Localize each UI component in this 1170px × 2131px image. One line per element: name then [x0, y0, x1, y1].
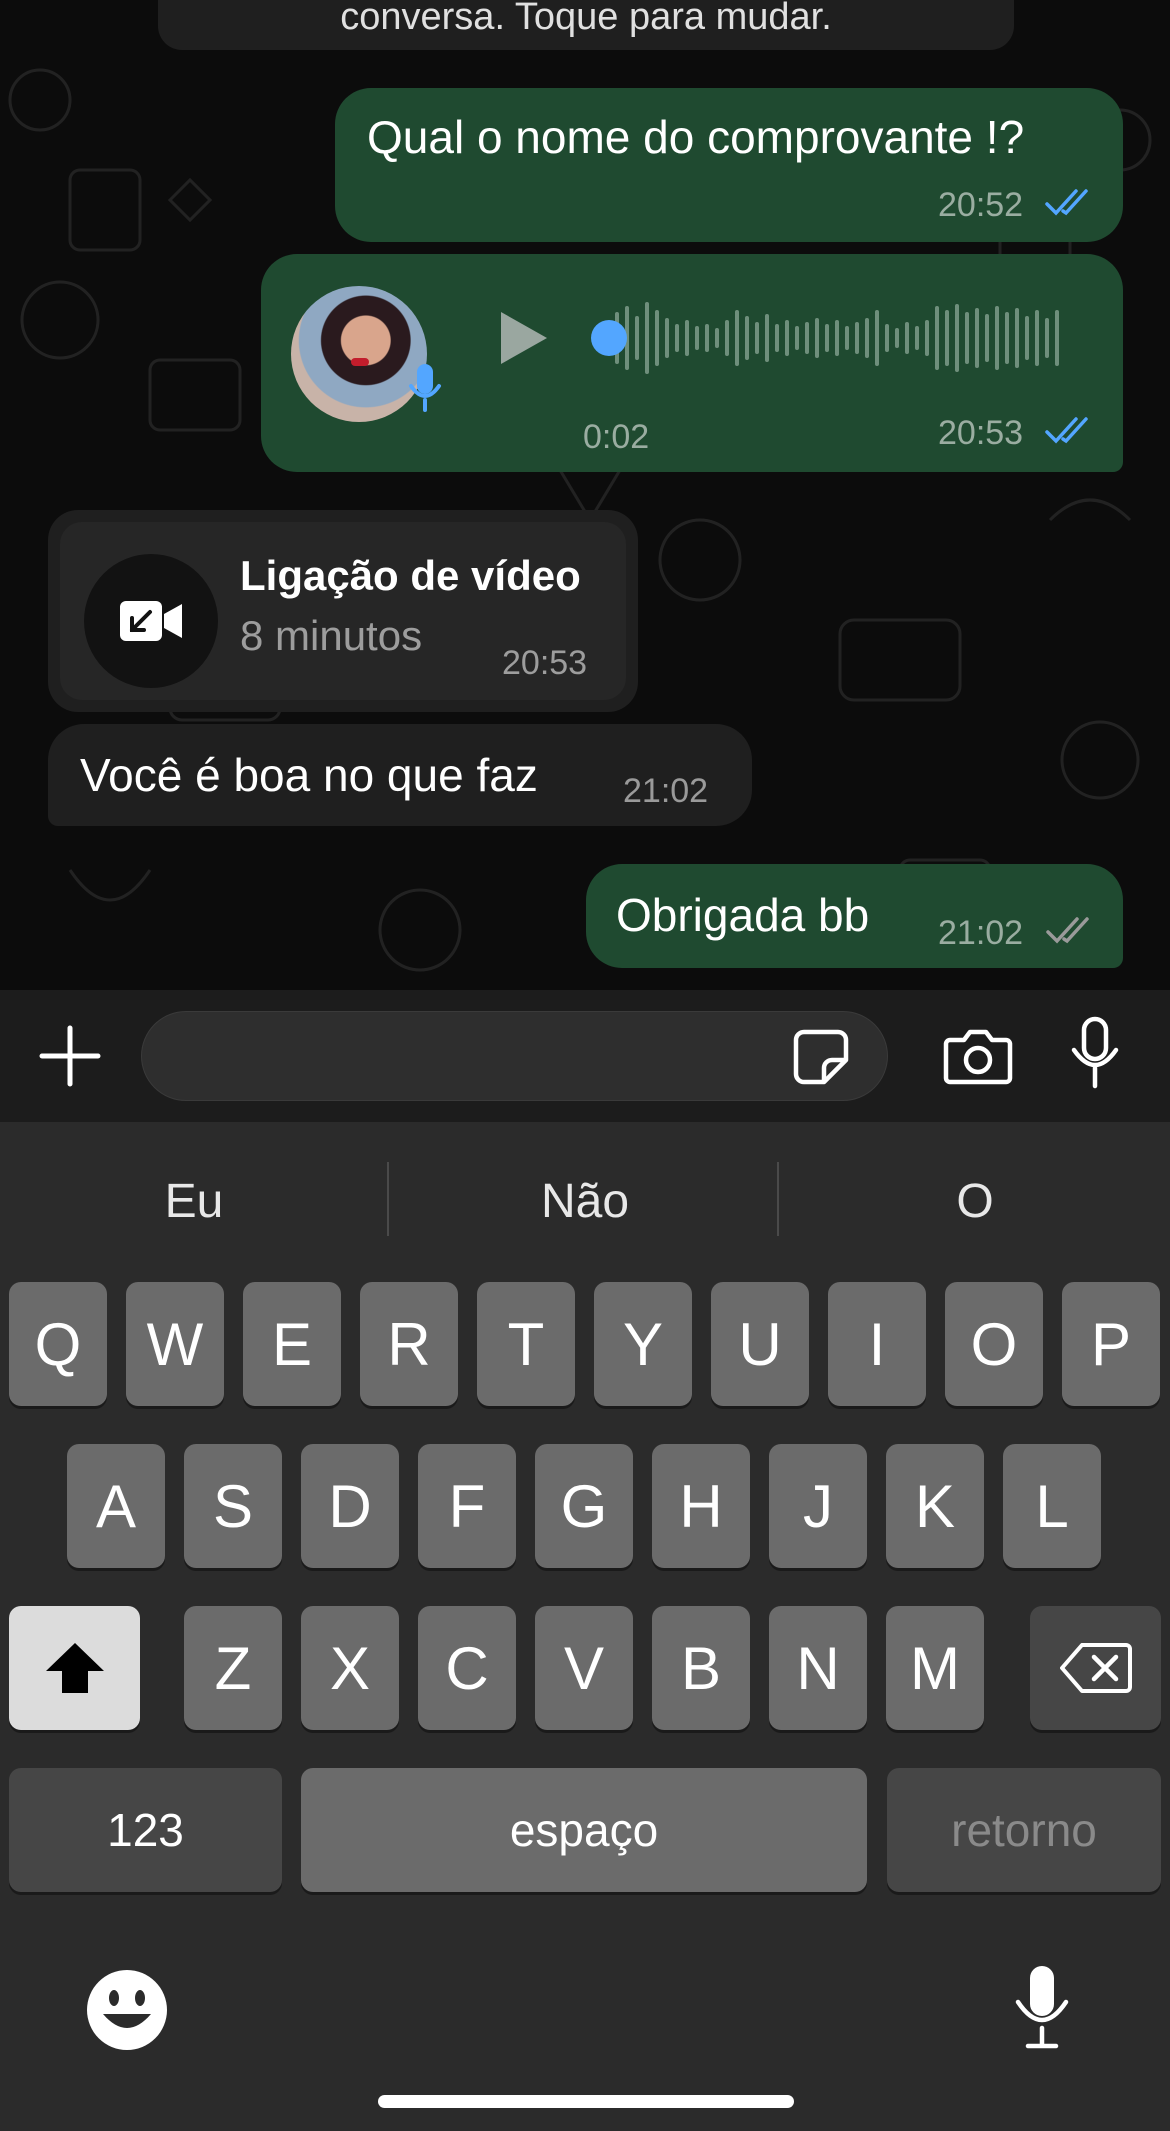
chat-area[interactable]: conversa. Toque para mudar. Qual o nome … — [0, 0, 1170, 990]
playback-position-dot[interactable] — [591, 320, 627, 356]
system-notice-text: conversa. Toque para mudar. — [340, 0, 832, 38]
return-key[interactable]: retorno — [887, 1768, 1161, 1892]
key[interactable]: B — [652, 1606, 750, 1730]
key[interactable]: Y — [594, 1282, 692, 1406]
message-time: 20:53 — [938, 414, 1024, 452]
key[interactable]: L — [1003, 1444, 1101, 1568]
key[interactable]: T — [477, 1282, 575, 1406]
suggestion-item[interactable]: O — [781, 1174, 1169, 1229]
message-text: Você é boa no que faz — [80, 749, 538, 801]
key[interactable]: U — [711, 1282, 809, 1406]
key[interactable]: I — [828, 1282, 926, 1406]
key[interactable]: K — [886, 1444, 984, 1568]
incoming-message[interactable]: Você é boa no que faz 21:02 — [48, 724, 752, 826]
key[interactable]: R — [360, 1282, 458, 1406]
video-call-icon — [120, 601, 182, 641]
audio-duration: 0:02 — [583, 418, 650, 456]
message-text: Qual o nome do comprovante !? — [367, 111, 1025, 163]
plus-icon[interactable] — [38, 1024, 102, 1088]
suggestion-item[interactable]: Não — [391, 1174, 779, 1229]
video-call-message[interactable]: Ligação de vídeo 8 minutos 20:53 — [48, 510, 638, 712]
key[interactable]: M — [886, 1606, 984, 1730]
outgoing-message[interactable]: Obrigada bb 21:02 — [586, 864, 1123, 968]
key[interactable]: F — [418, 1444, 516, 1568]
key[interactable]: X — [301, 1606, 399, 1730]
voice-message[interactable]: 0:02 20:53 — [261, 254, 1123, 472]
suggestion-divider — [777, 1162, 779, 1236]
call-duration: 8 minutos — [240, 612, 423, 659]
message-time: 20:52 — [938, 186, 1024, 224]
backspace-icon — [1059, 1643, 1132, 1693]
key[interactable]: Z — [184, 1606, 282, 1730]
play-icon[interactable] — [497, 310, 549, 366]
backspace-key[interactable] — [1030, 1606, 1161, 1730]
key[interactable]: O — [945, 1282, 1043, 1406]
video-call-card[interactable]: Ligação de vídeo 8 minutos 20:53 — [60, 522, 626, 700]
numbers-key[interactable]: 123 — [9, 1768, 282, 1892]
double-check-icon — [1045, 417, 1088, 444]
double-check-icon — [1046, 917, 1089, 944]
keyboard: Eu Não O Q W E R T Y U I O P A S D F G H… — [0, 1122, 1170, 2131]
camera-icon[interactable] — [942, 1026, 1014, 1086]
key[interactable]: C — [418, 1606, 516, 1730]
key[interactable]: N — [769, 1606, 867, 1730]
microphone-icon[interactable] — [1069, 1016, 1121, 1090]
key[interactable]: G — [535, 1444, 633, 1568]
composer-bar — [0, 990, 1170, 1122]
key[interactable]: D — [301, 1444, 399, 1568]
key[interactable]: P — [1062, 1282, 1160, 1406]
message-input[interactable] — [141, 1011, 888, 1101]
outgoing-message[interactable]: Qual o nome do comprovante !? 20:52 — [335, 88, 1123, 242]
message-time: 21:02 — [938, 914, 1024, 952]
video-call-icon-circle — [84, 554, 218, 688]
shift-key[interactable] — [9, 1606, 140, 1730]
key[interactable]: W — [126, 1282, 224, 1406]
emoji-icon[interactable] — [85, 1968, 169, 2052]
message-time: 20:53 — [502, 644, 588, 682]
double-check-icon — [1045, 189, 1088, 216]
suggestion-divider — [387, 1162, 389, 1236]
suggestion-item[interactable]: Eu — [0, 1174, 388, 1229]
key[interactable]: A — [67, 1444, 165, 1568]
message-time: 21:02 — [623, 772, 709, 810]
sticker-icon[interactable] — [792, 1028, 850, 1086]
dictation-icon[interactable] — [1010, 1962, 1074, 2052]
key[interactable]: S — [184, 1444, 282, 1568]
system-notice[interactable]: conversa. Toque para mudar. — [158, 0, 1014, 50]
key[interactable]: E — [243, 1282, 341, 1406]
call-title: Ligação de vídeo — [240, 552, 581, 599]
key[interactable]: Q — [9, 1282, 107, 1406]
key[interactable]: J — [769, 1444, 867, 1568]
key[interactable]: V — [535, 1606, 633, 1730]
microphone-icon — [409, 364, 441, 412]
key[interactable]: H — [652, 1444, 750, 1568]
audio-waveform[interactable] — [587, 298, 1077, 378]
message-text: Obrigada bb — [616, 889, 870, 941]
home-indicator[interactable] — [378, 2095, 794, 2108]
shift-icon — [45, 1643, 104, 1693]
space-key[interactable]: espaço — [301, 1768, 867, 1892]
